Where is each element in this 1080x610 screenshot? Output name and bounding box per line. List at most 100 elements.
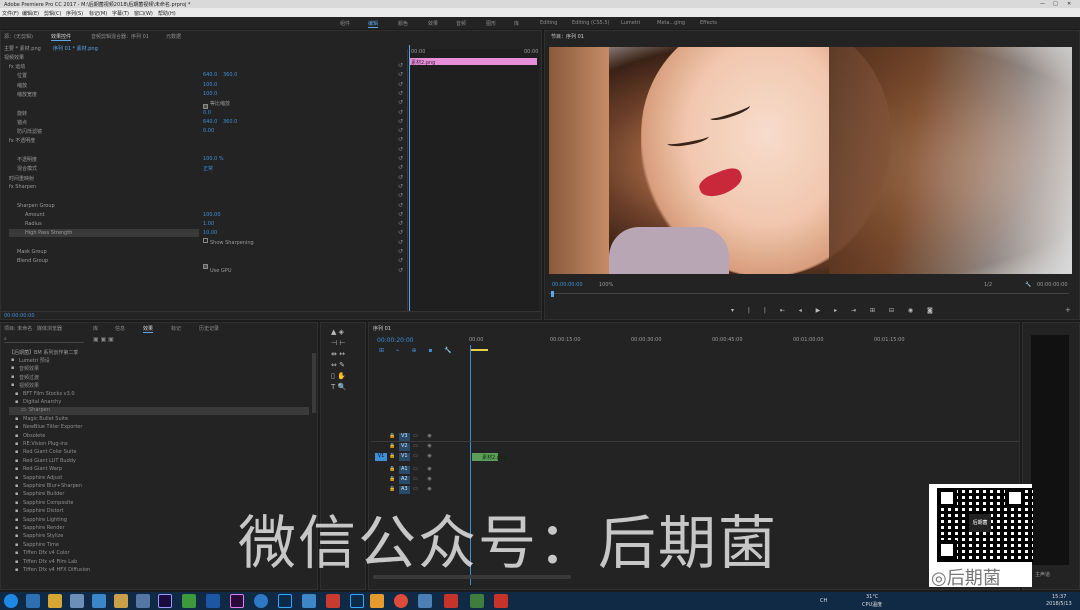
effects-tree-item[interactable]: ▪ NewBlue Titler Exporter (9, 424, 309, 432)
taskbar-app-icon[interactable] (206, 594, 220, 608)
effects-tree-item[interactable]: ▪ Digital Anarchy (9, 399, 309, 407)
effect-property-label[interactable]: 混合模式 (17, 165, 37, 173)
reset-icon[interactable]: ↺ (398, 183, 403, 190)
effects-tree-item[interactable]: ▪ 音频过渡 (9, 374, 309, 382)
taskbar-media-icon[interactable] (48, 594, 62, 608)
reset-icon[interactable]: ↺ (398, 81, 403, 88)
timeline-tab[interactable]: 序列 01 (373, 325, 391, 333)
lock-icon[interactable]: 🔒 (389, 433, 395, 441)
reset-icon[interactable]: ↺ (398, 202, 403, 209)
effects-tree-item[interactable]: ▪ BFT Film Stocks v3.0 (9, 391, 309, 399)
mini-clip-bar[interactable]: 素材2.png (409, 58, 537, 66)
effect-property-label[interactable]: 位置 (17, 72, 27, 80)
wrench-icon[interactable]: 🔧 (1025, 282, 1031, 290)
effect-property-value[interactable]: 0.00 (203, 128, 214, 134)
audio-track-header[interactable]: A3 (399, 486, 410, 494)
menu-sequence[interactable]: 序列(S) (66, 10, 83, 17)
effect-property-label[interactable]: 防闪烁滤镜 (17, 128, 42, 136)
use-gpu-checkbox[interactable] (203, 264, 208, 269)
effect-property-label[interactable]: Radius (25, 221, 42, 229)
effect-property-value2[interactable]: 等比缩放 (210, 100, 230, 107)
track-toggle-icons[interactable]: ▭ ◉ (413, 486, 436, 494)
program-quality[interactable]: 1/2 (984, 282, 992, 290)
menu-edit[interactable]: 编辑(E) (22, 10, 39, 17)
video-track-header[interactable]: V1 (399, 453, 410, 461)
taskbar-explorer-icon[interactable] (114, 594, 128, 608)
effects-tree-item[interactable]: ▪ Sapphire Blur+Sharpen (9, 483, 309, 491)
source-patch-v1[interactable]: V1 (375, 453, 387, 461)
effect-property-label[interactable]: Sharpen Group (17, 203, 55, 211)
taskbar-app-icon[interactable] (136, 594, 150, 608)
effect-property-value[interactable]: 1.00 (203, 221, 214, 227)
effect-property-label[interactable]: Blend Group (17, 258, 48, 266)
reset-icon[interactable]: ↺ (398, 109, 403, 116)
reset-icon[interactable]: ↺ (398, 136, 403, 143)
taskbar-app-icon[interactable] (444, 594, 458, 608)
reset-icon[interactable]: ↺ (398, 62, 403, 69)
lock-icon[interactable]: 🔒 (389, 443, 395, 451)
effect-property-value[interactable]: 100.00 (203, 212, 221, 218)
taskbar-app-icon[interactable] (182, 594, 196, 608)
reset-icon[interactable]: ↺ (398, 99, 403, 106)
filter-icons[interactable]: ▣ ▣ ▣ (93, 336, 114, 343)
workspace-tab[interactable]: 图形 (486, 20, 496, 27)
effect-controls-timecode[interactable]: 00:00:00:00 (4, 313, 35, 321)
taskbar-ie-icon[interactable] (26, 594, 40, 608)
reset-icon[interactable]: ↺ (398, 192, 403, 199)
tab-libraries[interactable]: 库 (93, 325, 98, 332)
workspace-tab[interactable]: Editing (540, 20, 557, 26)
reset-icon[interactable]: ↺ (398, 90, 403, 97)
lock-icon[interactable]: 🔒 (389, 486, 395, 494)
reset-icon[interactable]: ↺ (398, 239, 403, 246)
reset-icon[interactable]: ↺ (398, 127, 403, 134)
effect-property-label[interactable]: 旋转 (17, 110, 27, 118)
menu-clip[interactable]: 剪辑(C) (44, 10, 61, 17)
show-sharpening-checkbox[interactable] (203, 238, 208, 243)
workspace-tab[interactable]: Lumetri (621, 20, 640, 26)
workspace-tab[interactable]: 组件 (340, 20, 350, 27)
tab-effect-controls[interactable]: 效果控件 (51, 33, 72, 41)
reset-icon[interactable]: ↺ (398, 248, 403, 255)
tab-project[interactable]: 项目: 未命名 (4, 325, 32, 332)
effect-property-label[interactable]: fx 运动 (9, 63, 25, 71)
menu-file[interactable]: 文件(F) (2, 10, 19, 17)
effect-controls-timeline[interactable]: 00:00 00:00 素材2.png (407, 45, 539, 311)
effects-search-input[interactable]: ⌕ (4, 336, 84, 343)
tray-date[interactable]: 2018/5/13 (1046, 601, 1072, 607)
tray-time[interactable]: 15:37 (1052, 594, 1066, 600)
menu-window[interactable]: 窗口(W) (134, 10, 153, 17)
reset-icon[interactable]: ↺ (398, 71, 403, 78)
add-button-icon[interactable]: + (1065, 306, 1071, 314)
reset-icon[interactable]: ↺ (398, 146, 403, 153)
effect-property-value[interactable]: 0.0 (203, 110, 211, 116)
effect-property-value2[interactable]: Use GPU (210, 268, 231, 274)
effect-property-value[interactable]: 正常 (203, 165, 213, 172)
effect-property-value[interactable]: 640.0 (203, 72, 217, 78)
effect-property-value2[interactable]: Show Sharpening (210, 240, 254, 246)
taskbar-photoshop-icon[interactable] (278, 594, 292, 608)
transport-controls[interactable]: ▾ | | ⇤ ◂ ▶ ▸ ⇥ ⊞ ⊟ ◉ ◙ (731, 307, 939, 314)
reset-icon[interactable]: ↺ (398, 257, 403, 264)
program-playhead[interactable] (551, 291, 554, 297)
tab-history[interactable]: 历史记录 (199, 325, 219, 332)
tab-metadata[interactable]: 元数据 (166, 33, 181, 40)
taskbar-photoshop-icon[interactable] (350, 594, 364, 608)
effects-tree-item[interactable]: ▪ Red Giant Color Suite (9, 449, 309, 457)
track-toggle-icons[interactable]: ▭ ◉ (413, 466, 436, 474)
taskbar-app-icon[interactable] (92, 594, 106, 608)
menu-title[interactable]: 字幕(T) (112, 10, 129, 17)
tool-icons[interactable]: ▲ ◈ ⊣ ⊢ ⇹ ↔ ⇔ ✎ ▯ ✋ T 🔍 (331, 327, 361, 393)
timeline-toolbar-icons[interactable]: ⊞ ⌁ ⊕ ▪ 🔧 (379, 347, 457, 354)
tab-effects[interactable]: 效果 (143, 325, 154, 333)
maximize-button[interactable]: □ (1053, 1, 1058, 7)
workspace-tab[interactable]: 效果 (428, 20, 438, 27)
menu-help[interactable]: 帮助(H) (158, 10, 176, 17)
effect-property-label[interactable]: 锚点 (17, 119, 27, 127)
track-toggle-icons[interactable]: ▭ ◉ (413, 453, 436, 461)
effect-property-value[interactable]: 100.0 (203, 82, 217, 88)
workspace-tab[interactable]: Effects (700, 20, 717, 26)
effects-tree-item[interactable]: ▪ Lumetri 预设 (9, 357, 309, 365)
taskbar-app-icon[interactable] (370, 594, 384, 608)
video-track-header[interactable]: V2 (399, 443, 410, 451)
effect-property-label[interactable]: 时间重映射 (9, 175, 34, 183)
